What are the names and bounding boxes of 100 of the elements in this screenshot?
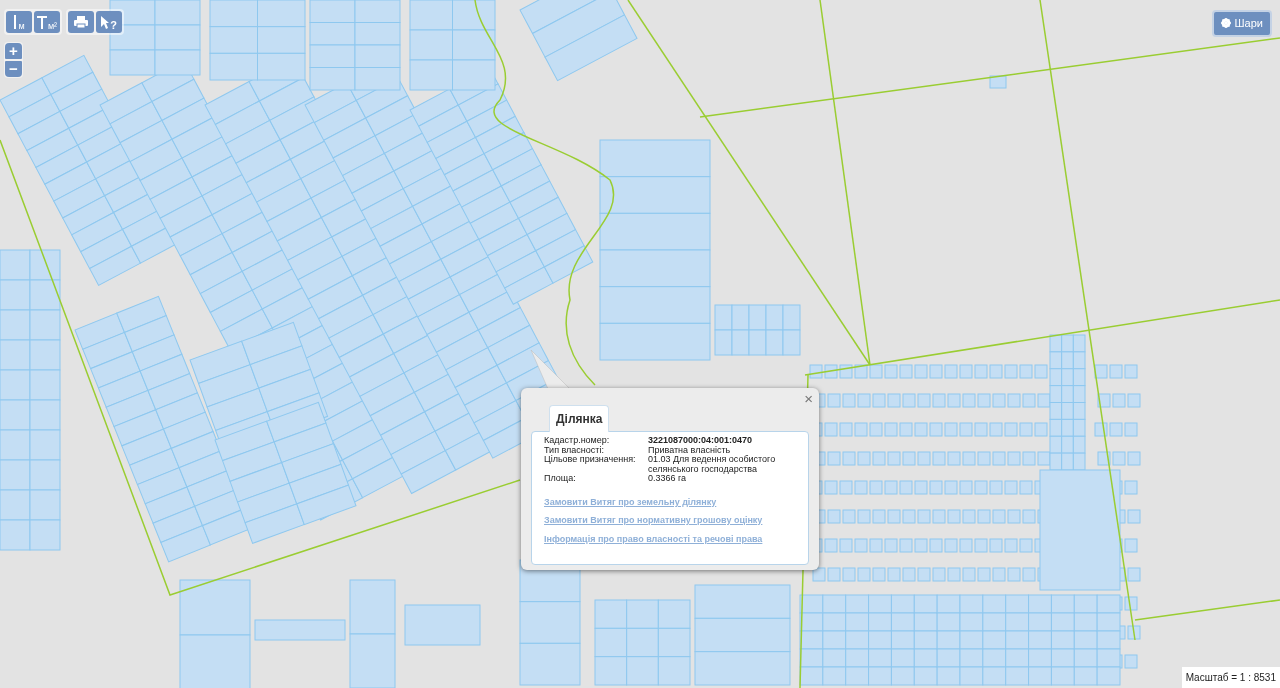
parcel bbox=[992, 451, 1006, 466]
parcel bbox=[917, 451, 931, 466]
identify-button[interactable]: ? bbox=[96, 11, 122, 33]
parcel bbox=[1004, 538, 1018, 553]
parcel bbox=[1022, 567, 1036, 582]
cursor-icon bbox=[101, 15, 110, 29]
parcel bbox=[944, 422, 958, 437]
parcel bbox=[932, 567, 946, 582]
parcel bbox=[977, 509, 991, 524]
parcel bbox=[899, 480, 913, 495]
parcel bbox=[827, 567, 841, 582]
parcel bbox=[839, 480, 853, 495]
parcel bbox=[977, 393, 991, 408]
parcel bbox=[977, 451, 991, 466]
parcel bbox=[932, 393, 946, 408]
parcel bbox=[854, 538, 868, 553]
parcel bbox=[854, 480, 868, 495]
parcel bbox=[854, 364, 868, 379]
parcel bbox=[899, 422, 913, 437]
parcel bbox=[992, 509, 1006, 524]
parcel bbox=[932, 451, 946, 466]
parcel bbox=[1112, 393, 1126, 408]
ruler-icon bbox=[36, 15, 47, 29]
parcel bbox=[947, 393, 961, 408]
parcel bbox=[1124, 364, 1138, 379]
parcel bbox=[842, 451, 856, 466]
parcel bbox=[974, 538, 988, 553]
parcel bbox=[1034, 364, 1048, 379]
parcel bbox=[1022, 451, 1036, 466]
parcel bbox=[827, 451, 841, 466]
field-value: 3221087000:04:001:0470 bbox=[648, 436, 754, 446]
parcel bbox=[959, 480, 973, 495]
layers-button[interactable]: Шари bbox=[1211, 10, 1272, 37]
parcel bbox=[884, 538, 898, 553]
parcel bbox=[1022, 393, 1036, 408]
parcel bbox=[839, 538, 853, 553]
parcel bbox=[884, 364, 898, 379]
parcel bbox=[839, 422, 853, 437]
zoom-in-button[interactable]: + bbox=[5, 43, 22, 59]
parcel bbox=[887, 509, 901, 524]
parcel bbox=[872, 567, 886, 582]
parcel bbox=[929, 422, 943, 437]
parcel bbox=[1004, 422, 1018, 437]
parcel bbox=[842, 567, 856, 582]
link[interactable]: Інформація про право власності та речові права bbox=[544, 534, 796, 544]
parcel bbox=[842, 509, 856, 524]
link[interactable]: Замовити Витяг про нормативну грошову оцінку bbox=[544, 516, 796, 526]
length-measure-button[interactable]: м bbox=[6, 11, 32, 33]
parcel bbox=[1007, 451, 1021, 466]
parcel bbox=[992, 393, 1006, 408]
parcel bbox=[1019, 538, 1033, 553]
parcel bbox=[854, 422, 868, 437]
parcel bbox=[1124, 538, 1138, 553]
popup-tab[interactable]: Ділянка bbox=[549, 405, 610, 432]
parcel bbox=[989, 422, 1003, 437]
parcel bbox=[1127, 567, 1141, 582]
parcel bbox=[992, 567, 1006, 582]
parcel bbox=[1127, 509, 1141, 524]
parcel bbox=[944, 364, 958, 379]
parcel bbox=[917, 509, 931, 524]
scale-label: Масштаб = 1 : 8531 bbox=[1181, 667, 1280, 688]
parcel bbox=[824, 538, 838, 553]
parcel bbox=[1109, 364, 1123, 379]
parcel bbox=[962, 567, 976, 582]
parcel bbox=[902, 451, 916, 466]
parcel bbox=[917, 393, 931, 408]
parcel bbox=[1004, 364, 1018, 379]
parcel bbox=[899, 538, 913, 553]
parcel bbox=[974, 422, 988, 437]
parcel bbox=[1127, 393, 1141, 408]
parcel bbox=[989, 480, 1003, 495]
parcel bbox=[884, 480, 898, 495]
print-button[interactable] bbox=[68, 11, 94, 33]
parcel bbox=[977, 567, 991, 582]
parcel bbox=[827, 509, 841, 524]
parcel bbox=[869, 422, 883, 437]
parcel bbox=[1034, 422, 1048, 437]
parcel bbox=[1007, 509, 1021, 524]
parcel bbox=[962, 393, 976, 408]
parcel bbox=[917, 567, 931, 582]
field-value: 0.3366 га bbox=[648, 474, 688, 484]
link[interactable]: Замовити Витяг про земельну ділянку bbox=[544, 497, 796, 507]
parcel bbox=[902, 393, 916, 408]
parcel bbox=[989, 538, 1003, 553]
parcel bbox=[974, 480, 988, 495]
parcel bbox=[989, 364, 1003, 379]
printer-icon bbox=[74, 16, 88, 28]
parcel bbox=[914, 538, 928, 553]
parcel bbox=[902, 567, 916, 582]
parcel bbox=[914, 422, 928, 437]
parcel bbox=[1022, 509, 1036, 524]
parcel bbox=[887, 451, 901, 466]
parcel bbox=[1019, 480, 1033, 495]
parcel bbox=[959, 364, 973, 379]
parcel bbox=[947, 567, 961, 582]
parcel bbox=[1037, 393, 1051, 408]
close-button[interactable]: × bbox=[804, 391, 813, 406]
parcel bbox=[857, 509, 871, 524]
area-measure-button[interactable]: м² bbox=[34, 11, 60, 33]
zoom-out-button[interactable]: − bbox=[5, 61, 22, 77]
